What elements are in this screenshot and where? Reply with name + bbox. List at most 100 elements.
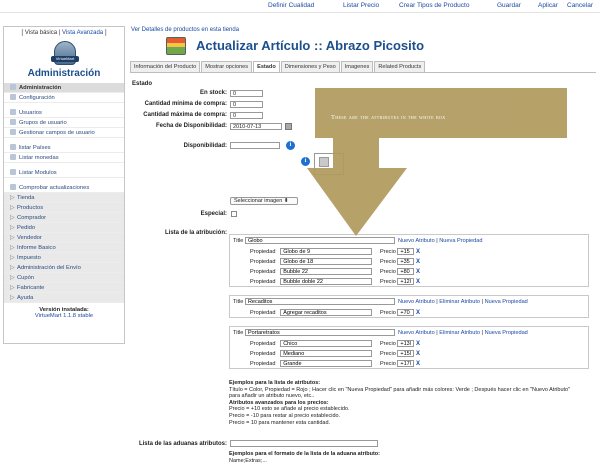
- menu-item-icon: [10, 129, 16, 135]
- sidebar-item[interactable]: ▷ Pedido: [4, 223, 124, 233]
- property-input[interactable]: [280, 340, 373, 348]
- logo-text: VirtueMart: [51, 56, 79, 62]
- sidebar-item[interactable]: ▷ Vendedor: [4, 233, 124, 243]
- advanced-example-2: Precio = -10 para restar al precio estab…: [229, 412, 341, 419]
- price-input[interactable]: [397, 248, 415, 256]
- tab-item[interactable]: Imagenes: [340, 61, 374, 72]
- property-input[interactable]: [280, 309, 373, 317]
- price-label: Precio: [379, 310, 396, 316]
- min-purchase-input[interactable]: [230, 101, 263, 108]
- sidebar-item-label: Listar monedas: [19, 155, 59, 161]
- calendar-icon[interactable]: [285, 123, 292, 130]
- price-input[interactable]: [397, 350, 415, 358]
- property-input[interactable]: [280, 360, 373, 368]
- tab-item[interactable]: Dimensiones y Peso: [280, 61, 340, 72]
- apply-link[interactable]: Aplicar: [538, 2, 558, 9]
- special-checkbox[interactable]: [231, 211, 237, 217]
- remove-property-icon[interactable]: X: [416, 341, 420, 347]
- price-input[interactable]: [397, 360, 415, 368]
- advanced-view-link[interactable]: Vista Avanzada: [62, 30, 103, 36]
- top-toolbar: Definir Cualidad Listar Precio Crear Tip…: [0, 0, 600, 13]
- sidebar-item[interactable]: Comprobar actualizaciones: [4, 183, 124, 193]
- property-input[interactable]: [280, 258, 373, 266]
- attribute-title-input[interactable]: [244, 329, 395, 337]
- max-purchase-input[interactable]: [230, 112, 263, 119]
- sidebar-item[interactable]: Grupos de usuario: [4, 118, 124, 128]
- availability-info-icon[interactable]: i: [286, 141, 295, 150]
- expand-arrow-icon: ▷: [10, 265, 15, 271]
- create-product-types-link[interactable]: Crear Tipos de Producto: [399, 2, 469, 9]
- sidebar-item[interactable]: Listar monedas: [4, 153, 124, 163]
- sidebar-item[interactable]: ▷ Comprador: [4, 213, 124, 223]
- property-input[interactable]: [280, 350, 373, 358]
- price-input[interactable]: [397, 340, 415, 348]
- sidebar-item-label: Ayuda: [17, 295, 34, 301]
- remove-property-icon[interactable]: X: [416, 351, 420, 357]
- attribute-action-link[interactable]: Nueva Propiedad: [485, 330, 528, 336]
- sidebar-item[interactable]: ▷ Administración del Envío: [4, 263, 124, 273]
- list-price-link[interactable]: Listar Precio: [343, 2, 379, 9]
- customs-attributes-input[interactable]: [230, 440, 378, 447]
- attribute-action-link[interactable]: Nuevo Atributo: [398, 330, 435, 336]
- remove-property-icon[interactable]: X: [416, 310, 420, 316]
- cancel-link[interactable]: Cancelar: [567, 2, 593, 9]
- remove-property-icon[interactable]: X: [416, 269, 420, 275]
- availability-date-input[interactable]: [230, 123, 282, 130]
- version-link[interactable]: VirtueMart 1.1.8 stable: [35, 313, 93, 319]
- sidebar-item[interactable]: ▷ Tienda: [4, 193, 124, 203]
- sidebar-item[interactable]: Listar Modulos: [4, 168, 124, 178]
- sidebar-item[interactable]: Usuarios: [4, 108, 124, 118]
- save-link[interactable]: Guardar: [497, 2, 521, 9]
- tab-item[interactable]: Mostrar opciones: [201, 61, 253, 72]
- expand-arrow-icon: ▷: [10, 245, 15, 251]
- remove-property-icon[interactable]: X: [416, 361, 420, 367]
- attribute-action-link[interactable]: Nuevo Atributo: [398, 238, 435, 244]
- attribute-title-label: Title: [233, 299, 244, 305]
- attribute-action-link[interactable]: Nueva Propiedad: [485, 299, 528, 305]
- menu-item-icon: [10, 119, 16, 125]
- sidebar-item[interactable]: ▷ Fabricante: [4, 283, 124, 293]
- sidebar-item[interactable]: ▷ Cupón: [4, 273, 124, 283]
- in-stock-input[interactable]: [230, 90, 263, 97]
- property-input[interactable]: [280, 278, 373, 286]
- attribute-title-row: Title: [233, 237, 395, 246]
- property-input[interactable]: [280, 268, 373, 276]
- price-input[interactable]: [397, 309, 415, 317]
- price-input[interactable]: [397, 278, 415, 286]
- attribute-action-link[interactable]: Nuevo Atributo: [398, 299, 435, 305]
- sidebar-item[interactable]: ▷ Productos: [4, 203, 124, 213]
- define-quality-link[interactable]: Definir Cualidad: [268, 2, 314, 9]
- select-image-dropdown[interactable]: Seleccionar imagen ⬍: [230, 197, 298, 205]
- sidebar-item[interactable]: Administración: [4, 83, 124, 93]
- attribute-action-link[interactable]: Nueva Propiedad: [439, 238, 482, 244]
- sidebar-item[interactable]: Configuración: [4, 93, 124, 103]
- sidebar-item[interactable]: ▷ Ayuda: [4, 293, 124, 303]
- attribute-title-label: Title: [233, 330, 244, 336]
- availability-input[interactable]: [230, 142, 280, 149]
- tab-bar: Información del Producto Mostrar opciones…: [130, 61, 426, 72]
- attribute-title-input[interactable]: [244, 298, 395, 306]
- customs-attributes-label: Lista de las aduanas atributos:: [138, 441, 227, 447]
- price-input[interactable]: [397, 258, 415, 266]
- remove-property-icon[interactable]: X: [416, 259, 420, 265]
- sidebar-item[interactable]: Gestionar campos de usuario: [4, 128, 124, 138]
- advanced-example-1: Precio = +10 esto se añade al precio est…: [229, 406, 350, 413]
- tab-item[interactable]: Related Products: [374, 61, 426, 72]
- attribute-actions: Nuevo Atributo | Nueva Propiedad: [398, 237, 483, 246]
- menu-item-icon: [10, 144, 16, 150]
- attribute-actions: Nuevo Atributo | Eliminar Atributo | Nue…: [398, 329, 528, 338]
- tab-item[interactable]: Estado: [253, 61, 280, 72]
- property-input[interactable]: [280, 248, 373, 256]
- price-input[interactable]: [397, 268, 415, 276]
- sidebar-item[interactable]: listar Países: [4, 143, 124, 153]
- sidebar-item[interactable]: ▷ Impuesto: [4, 253, 124, 263]
- attribute-title-input[interactable]: [244, 237, 395, 245]
- attribute-action-link[interactable]: Eliminar Atributo: [439, 299, 480, 305]
- remove-property-icon[interactable]: X: [416, 249, 420, 255]
- page-title: Actualizar Artículo :: Abrazo Picosito: [196, 38, 425, 53]
- sidebar-item[interactable]: ▷ Informe Basico: [4, 243, 124, 253]
- attribute-action-link[interactable]: Eliminar Atributo: [439, 330, 480, 336]
- tab-item[interactable]: Información del Producto: [130, 61, 201, 72]
- remove-property-icon[interactable]: X: [416, 279, 420, 285]
- view-product-details-link[interactable]: Ver Detalles de productos en esta tienda: [131, 27, 239, 33]
